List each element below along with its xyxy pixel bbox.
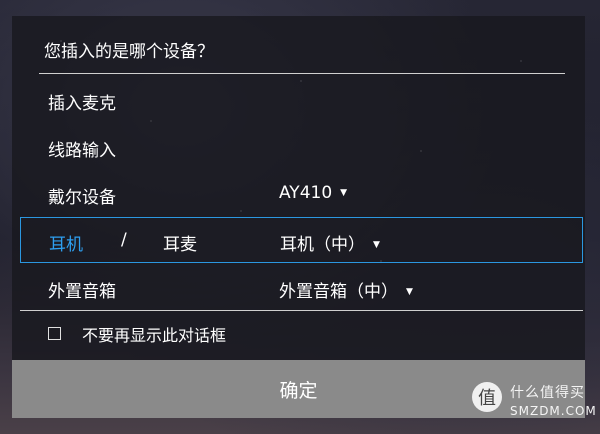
option-label: 插入麦克 xyxy=(48,94,116,114)
chevron-down-icon: ▼ xyxy=(373,240,380,250)
device-selection-dialog: 您插入的是哪个设备？ 插入麦克 线路输入 戴尔设备 AY410 ▼ 耳机 / 耳麦… xyxy=(12,16,585,418)
dropdown-value: 耳机（中） xyxy=(280,235,365,255)
watermark: 值 什么值得买 SMZDM.COM xyxy=(470,378,600,432)
option-row-headphones[interactable]: 耳机 / 耳麦 耳机（中） ▼ xyxy=(20,217,583,263)
dropdown-value: AY410 xyxy=(279,183,333,203)
options-divider xyxy=(20,310,583,311)
option-row-dell-device[interactable]: 戴尔设备 AY410 ▼ xyxy=(20,171,583,217)
dialog-title: 您插入的是哪个设备？ xyxy=(44,42,214,62)
dropdown-value: 外置音箱（中） xyxy=(279,282,398,302)
speaker-dropdown[interactable]: 外置音箱（中） ▼ xyxy=(279,277,413,302)
option-label: 线路输入 xyxy=(48,141,116,161)
watermark-subtext: SMZDM.COM xyxy=(510,404,597,418)
chevron-down-icon: ▼ xyxy=(406,287,413,297)
option-label-headphones[interactable]: 耳机 xyxy=(49,230,83,255)
dont-show-again-checkbox[interactable] xyxy=(48,327,61,340)
option-label: 外置音箱 xyxy=(48,282,116,302)
option-row-line-in[interactable]: 线路输入 xyxy=(20,124,583,170)
checkbox-label[interactable]: 不要再显示此对话框 xyxy=(82,322,226,346)
option-row-microphone[interactable]: 插入麦克 xyxy=(20,77,583,123)
option-separator: / xyxy=(121,230,127,250)
option-label-headset[interactable]: 耳麦 xyxy=(163,230,197,255)
watermark-logo: 值 xyxy=(472,382,502,412)
chevron-down-icon: ▼ xyxy=(340,188,348,198)
title-divider xyxy=(39,73,565,74)
headphones-dropdown[interactable]: 耳机（中） ▼ xyxy=(280,230,380,255)
option-row-external-speaker[interactable]: 外置音箱 外置音箱（中） ▼ xyxy=(20,265,583,311)
option-label: 戴尔设备 xyxy=(48,188,116,208)
dell-device-dropdown[interactable]: AY410 ▼ xyxy=(279,183,347,203)
watermark-text: 什么值得买 xyxy=(510,385,585,401)
